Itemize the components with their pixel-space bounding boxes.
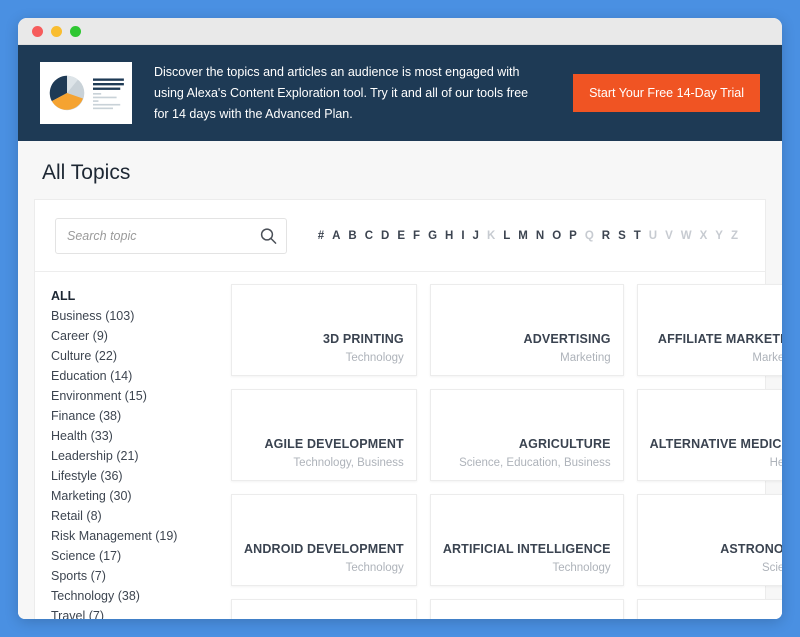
alpha-filter-f[interactable]: F — [410, 228, 423, 244]
topics-body: ALL Business (103) Career (9) Culture (22) E… — [35, 272, 782, 619]
alpha-filter-a[interactable]: A — [329, 228, 343, 244]
alpha-filter-r[interactable]: R — [599, 228, 613, 244]
alpha-filter-p[interactable]: P — [566, 228, 580, 244]
sidebar-item-travel[interactable]: Travel (7) — [49, 606, 225, 619]
alpha-filter-i[interactable]: I — [458, 228, 467, 244]
search-input[interactable] — [55, 218, 287, 254]
alpha-filter-k: K — [486, 230, 496, 242]
alpha-filter-e[interactable]: E — [394, 228, 408, 244]
topic-card[interactable]: AGILE DEVELOPMENT Technology, Business — [231, 389, 417, 481]
topic-categories: Technology — [345, 352, 404, 364]
promo-banner: Discover the topics and articles an audi… — [18, 45, 782, 141]
topic-categories: Marketing — [752, 352, 782, 364]
sidebar-item-education[interactable]: Education (14) — [49, 366, 225, 386]
topic-card[interactable]: ANDROID DEVELOPMENT Technology — [231, 494, 417, 586]
sidebar-item-retail[interactable]: Retail (8) — [49, 506, 225, 526]
topic-card[interactable]: ALTERNATIVE MEDICINE Health — [636, 389, 782, 481]
screenshot-viewport: Discover the topics and articles an audi… — [0, 0, 800, 637]
sidebar-item-sports[interactable]: Sports (7) — [49, 566, 225, 586]
window-titlebar — [18, 18, 782, 45]
topic-categories: Science, Education, Business — [459, 457, 611, 469]
alphabet-filter: # A B C D E F G H I J K L M N O P Q R S T U V W X Y Z — [315, 228, 745, 244]
search-box — [55, 218, 287, 254]
alpha-filter-j[interactable]: J — [470, 228, 482, 244]
topic-card[interactable]: ADVERTISING Marketing — [429, 284, 624, 376]
sidebar-item-culture[interactable]: Culture (22) — [49, 346, 225, 366]
alpha-filter-b[interactable]: B — [345, 228, 359, 244]
alpha-filter-t[interactable]: T — [631, 228, 644, 244]
topic-name: ASTRONOMY — [720, 542, 782, 556]
category-sidebar: ALL Business (103) Career (9) Culture (22) E… — [35, 272, 225, 619]
topic-card[interactable]: 3D PRINTING Technology — [231, 284, 417, 376]
search-icon[interactable] — [258, 226, 279, 247]
topic-categories: Technology — [552, 562, 611, 574]
alpha-filter-g[interactable]: G — [425, 228, 440, 244]
promo-line-2: using Alexa's Content Exploration tool. … — [154, 85, 529, 100]
topic-name: ALTERNATIVE MEDICINE — [649, 437, 782, 451]
topic-card[interactable]: ARTIFICIAL INTELLIGENCE Technology — [429, 494, 624, 586]
topic-card[interactable]: AGRICULTURE Science, Education, Business — [429, 389, 624, 481]
alpha-filter-y: Y — [715, 230, 723, 242]
page-content: Discover the topics and articles an audi… — [18, 45, 782, 619]
topic-card[interactable] — [429, 599, 624, 619]
alpha-filter-l[interactable]: L — [500, 228, 513, 244]
alpha-filter-v: V — [665, 230, 673, 242]
topic-card[interactable]: AFFILIATE MARKETING Marketing — [636, 284, 782, 376]
sidebar-item-business[interactable]: Business (103) — [49, 306, 225, 326]
topic-card[interactable]: ASTRONOMY Science — [636, 494, 782, 586]
topic-card[interactable] — [636, 599, 782, 619]
sidebar-item-lifestyle[interactable]: Lifestyle (36) — [49, 466, 225, 486]
alpha-filter-z: Z — [730, 230, 738, 242]
topic-categories: Science — [761, 562, 782, 574]
promo-line-1: Discover the topics and articles an audi… — [154, 64, 520, 79]
browser-window: Discover the topics and articles an audi… — [18, 18, 782, 619]
minimize-window-button[interactable] — [51, 25, 62, 37]
sidebar-item-career[interactable]: Career (9) — [49, 326, 225, 346]
alpha-filter-u: U — [648, 230, 658, 242]
alpha-filter-d[interactable]: D — [378, 228, 392, 244]
sidebar-item-risk-management[interactable]: Risk Management (19) — [49, 526, 225, 546]
alpha-filter-hash[interactable]: # — [315, 228, 327, 244]
topic-categories: Health — [769, 457, 782, 469]
alpha-filter-c[interactable]: C — [362, 228, 376, 244]
topics-grid: 3D PRINTING Technology ADVERTISING Marketin… — [225, 272, 782, 619]
maximize-window-button[interactable] — [70, 25, 81, 37]
promo-line-3: for 14 days with the Advanced Plan. — [154, 106, 353, 121]
alpha-filter-m[interactable]: M — [515, 228, 531, 244]
topic-card[interactable] — [231, 599, 417, 619]
sidebar-item-finance[interactable]: Finance (38) — [49, 406, 225, 426]
topic-name: ANDROID DEVELOPMENT — [244, 542, 404, 556]
topic-name: AGRICULTURE — [518, 437, 611, 451]
topic-name: 3D PRINTING — [322, 332, 404, 346]
pie-chart-document-icon — [40, 62, 132, 124]
sidebar-item-leadership[interactable]: Leadership (21) — [49, 446, 225, 466]
alpha-filter-n[interactable]: N — [533, 228, 547, 244]
topic-categories: Technology, Business — [293, 457, 404, 469]
alpha-filter-w: W — [680, 230, 692, 242]
close-window-button[interactable] — [32, 25, 43, 37]
topic-categories: Technology — [345, 562, 404, 574]
sidebar-item-science[interactable]: Science (17) — [49, 546, 225, 566]
promo-banner-text: Discover the topics and articles an audi… — [154, 62, 529, 125]
sidebar-item-marketing[interactable]: Marketing (30) — [49, 486, 225, 506]
page-title: All Topics — [42, 161, 131, 184]
topic-name: ADVERTISING — [523, 332, 611, 346]
alpha-filter-s[interactable]: S — [615, 228, 629, 244]
topics-panel: #ABCDEFGHIJKLMNOPQRSTUVWXYZ ALLBusiness … — [34, 199, 782, 619]
alpha-filter-x: X — [699, 230, 708, 242]
sidebar-item-all[interactable]: ALL — [49, 286, 225, 306]
alpha-filter-h[interactable]: H — [442, 228, 456, 244]
topics-toolbar: #ABCDEFGHIJKLMNOPQRSTUVWXYZ — [35, 200, 765, 272]
sidebar-item-health[interactable]: Health (33) — [49, 426, 225, 446]
topic-categories: Marketing — [560, 352, 611, 364]
topic-name: AGILE DEVELOPMENT — [264, 437, 404, 451]
start-free-trial-button[interactable]: Start Your Free 14-Day Trial — [573, 74, 760, 112]
sidebar-item-technology[interactable]: Technology (38) — [49, 586, 225, 606]
topic-name: AFFILIATE MARKETING — [657, 332, 782, 346]
sidebar-item-environment[interactable]: Environment (15) — [49, 386, 225, 406]
topic-name: ARTIFICIAL INTELLIGENCE — [442, 542, 611, 556]
alpha-filter-o[interactable]: O — [549, 228, 564, 244]
alpha-filter-q: Q — [584, 230, 594, 242]
